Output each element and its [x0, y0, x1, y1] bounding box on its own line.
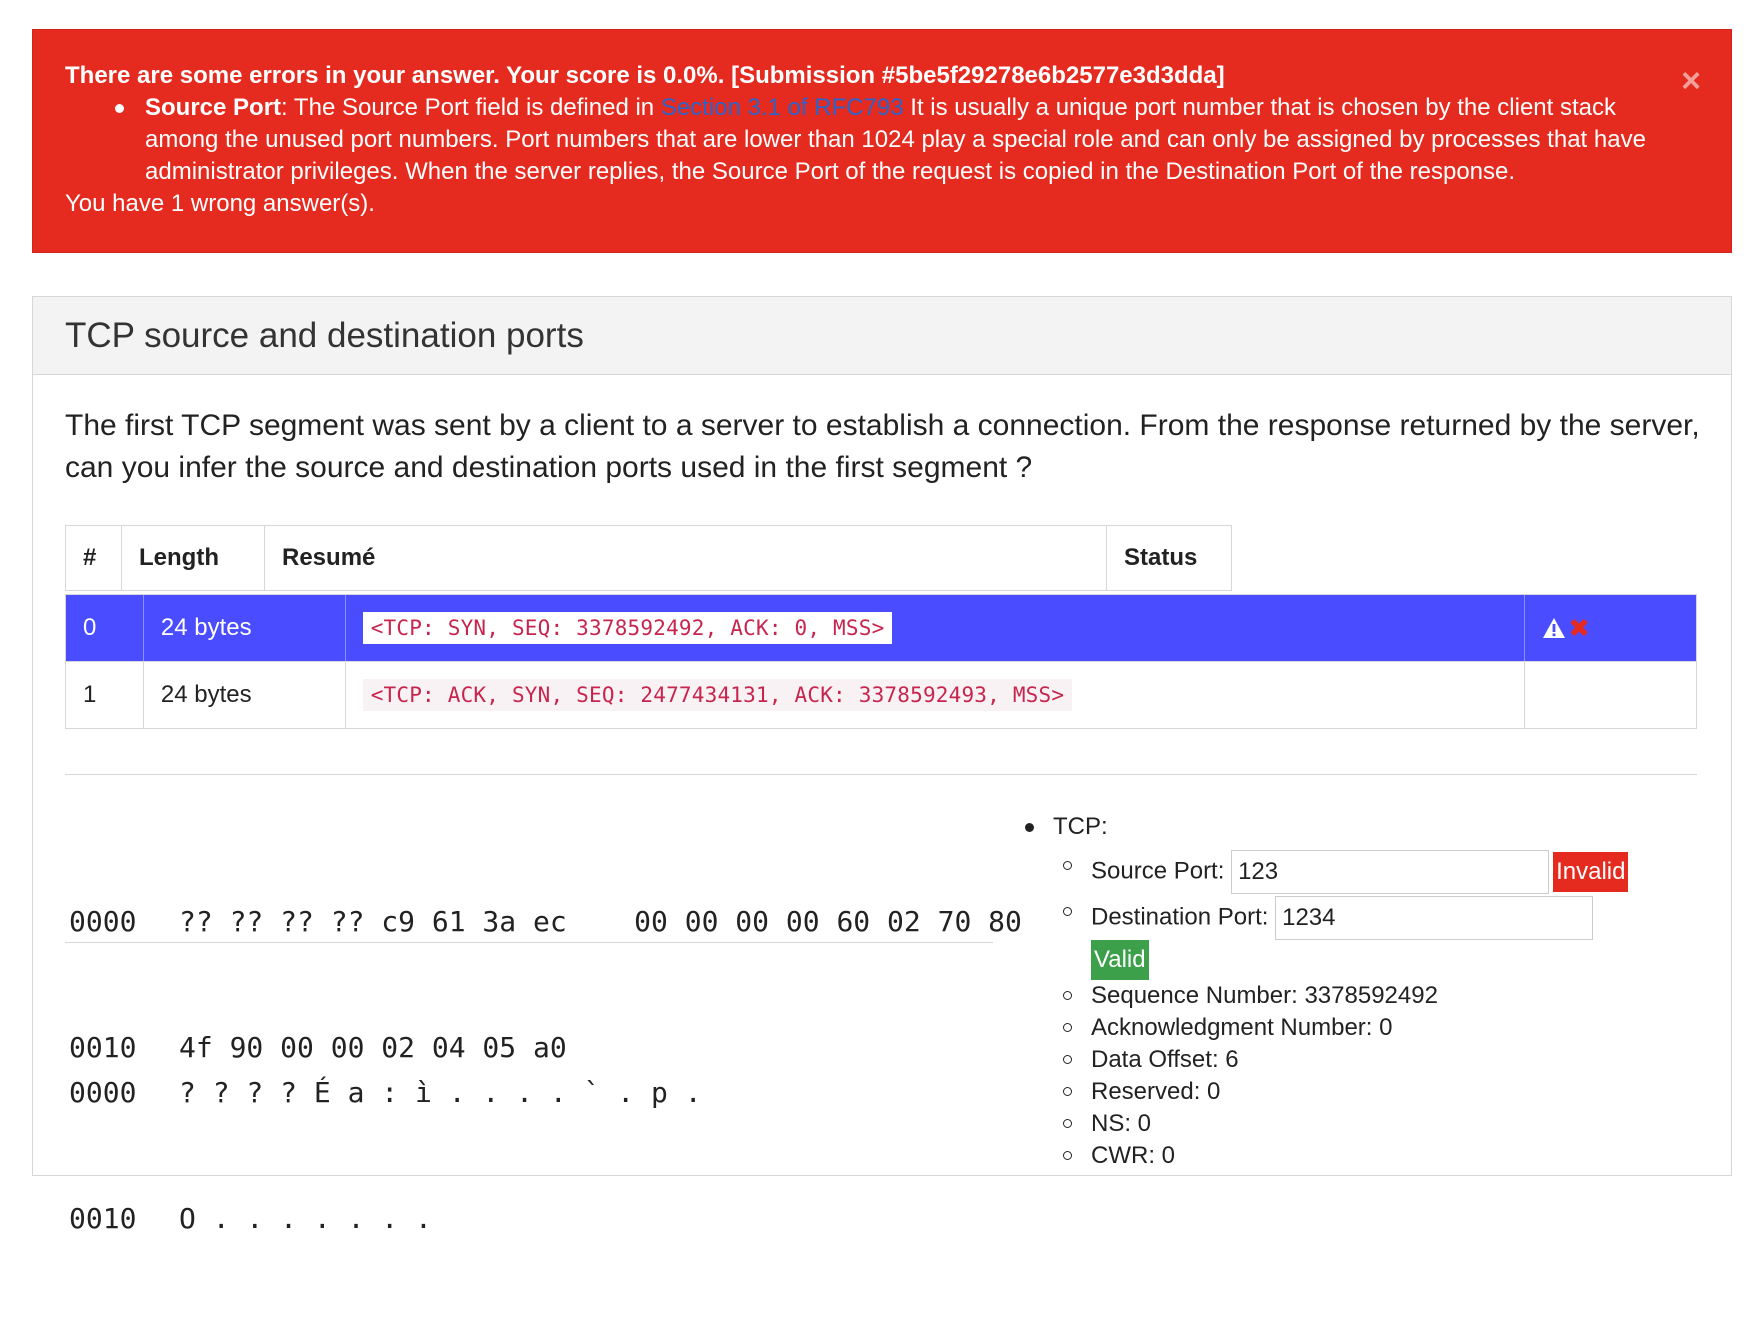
row-status: ✖: [1525, 595, 1696, 661]
question-text: The first TCP segment was sent by a clie…: [65, 409, 1700, 484]
ascii-offset: 0000: [69, 1076, 137, 1109]
source-port-input[interactable]: [1231, 850, 1550, 894]
row-index: 0: [66, 595, 144, 661]
header-status: Status: [1124, 544, 1198, 571]
error-alert: × There are some errors in your answer. …: [32, 29, 1732, 253]
packet-table: 0 24 bytes <TCP: SYN, SEQ: 3378592492, A…: [65, 594, 1697, 729]
ascii-line: 0010 O . . . . . . .: [69, 1198, 702, 1240]
destination-port-label: Destination Port:: [1091, 903, 1269, 931]
table-row[interactable]: 0 24 bytes <TCP: SYN, SEQ: 3378592492, A…: [66, 595, 1696, 661]
destination-port-item: Destination Port: Valid: [1062, 896, 1628, 980]
header-resume: Resumé: [265, 526, 1107, 590]
row-summary-cell: <TCP: SYN, SEQ: 3378592492, ACK: 0, MSS>: [346, 595, 1526, 661]
question-panel: TCP source and destination ports The fir…: [32, 296, 1732, 1235]
source-port-label: Source Port:: [1091, 857, 1225, 885]
row-summary: <TCP: ACK, SYN, SEQ: 2477434131, ACK: 33…: [362, 679, 1073, 711]
hex-bytes: ?? ?? ?? ?? c9 61 3a ec 00 00 00 00 60 0…: [179, 905, 1022, 938]
error-field-name: Source Port: [145, 94, 282, 121]
tcp-field: CWR: 0: [1062, 1140, 1628, 1172]
error-item: Source Port: The Source Port field is de…: [115, 92, 1685, 188]
error-x-icon: ✖: [1568, 613, 1590, 643]
tcp-field: Data Offset: 6: [1062, 1044, 1628, 1076]
divider: [65, 774, 1697, 775]
row-length: 24 bytes: [144, 595, 346, 661]
divider: [65, 942, 993, 943]
tcp-field: Acknowledgment Number: 0: [1062, 1012, 1628, 1044]
header-index: #: [66, 526, 122, 590]
tcp-field: NS: 0: [1062, 1108, 1628, 1140]
tcp-label: TCP:: [1024, 811, 1628, 843]
row-summary: <TCP: SYN, SEQ: 3378592492, ACK: 0, MSS>: [362, 612, 893, 644]
ascii-line: 0000 ? ? ? ? É a : ì . . . . ` . p .: [69, 1072, 702, 1114]
source-port-item: Source Port: Invalid: [1062, 850, 1629, 894]
ascii-offset: 0010: [69, 1202, 137, 1235]
packet-table-header: # Length Resumé Status: [65, 525, 1232, 591]
tcp-field-tree: TCP: Source Port: Invalid Destination Po…: [1024, 811, 1629, 1172]
hex-offset: 0000: [69, 905, 137, 938]
row-status: [1525, 662, 1696, 728]
hex-line: 0000 ?? ?? ?? ?? c9 61 3a ec 00 00 00 00 …: [69, 901, 1022, 943]
panel-title: TCP source and destination ports: [33, 297, 1731, 375]
tcp-field: Sequence Number: 3378592492: [1062, 980, 1628, 1012]
tcp-field: Reserved: 0: [1062, 1076, 1628, 1108]
header-length: Length: [122, 526, 265, 590]
row-index: 1: [66, 662, 144, 728]
alert-footer: You have 1 wrong answer(s).: [65, 190, 375, 217]
ascii-chars: ? ? ? ? É a : ì . . . . ` . p .: [179, 1076, 702, 1109]
warning-icon: [1543, 617, 1566, 638]
row-length: 24 bytes: [144, 662, 346, 728]
alert-headline: There are some errors in your answer. Yo…: [65, 62, 1225, 89]
valid-badge: Valid: [1091, 940, 1149, 980]
invalid-badge: Invalid: [1553, 852, 1629, 892]
ascii-dump: 0000 ? ? ? ? É a : ì . . . . ` . p . 0010…: [69, 988, 702, 1324]
ascii-chars: O . . . . . . .: [179, 1202, 432, 1235]
table-row[interactable]: 1 24 bytes <TCP: ACK, SYN, SEQ: 24774341…: [66, 661, 1696, 728]
destination-port-input[interactable]: [1275, 896, 1594, 940]
row-summary-cell: <TCP: ACK, SYN, SEQ: 2477434131, ACK: 33…: [346, 662, 1526, 728]
error-text-before: : The Source Port field is defined in: [281, 94, 661, 121]
error-list: Source Port: The Source Port field is de…: [65, 92, 1695, 188]
rfc-link[interactable]: Section 3.1 of RFC793: [661, 94, 904, 121]
